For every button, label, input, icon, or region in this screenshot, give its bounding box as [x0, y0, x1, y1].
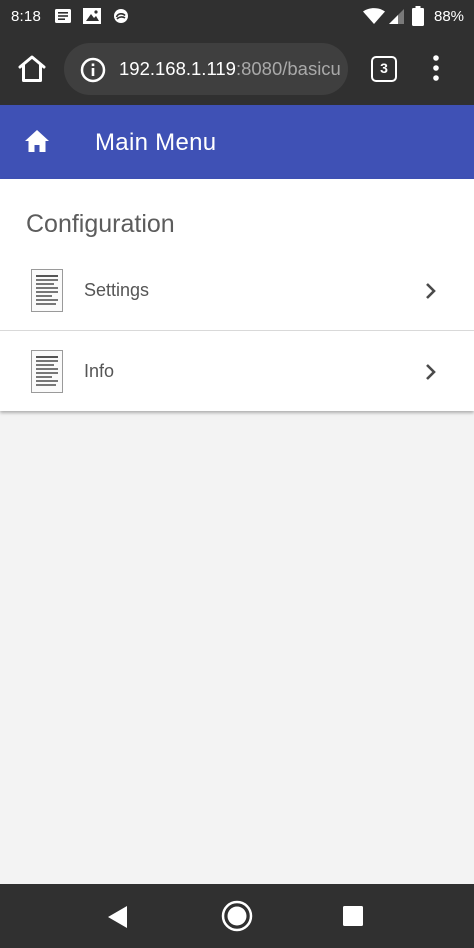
status-time: 8:18 [11, 8, 41, 25]
list-item-label: Settings [84, 280, 150, 300]
document-icon [31, 269, 63, 312]
list-item-label: Info [84, 361, 115, 381]
url-host: 192.168.1.119 [119, 58, 236, 79]
browser-toolbar: 192.168.1.119:8080/basicu 3 [0, 34, 474, 105]
url-text[interactable]: 192.168.1.119:8080/basicu [119, 58, 341, 80]
status-bar: 8:18 88% [0, 0, 474, 34]
info-icon[interactable] [80, 57, 106, 83]
home-icon[interactable] [24, 129, 50, 153]
chevron-right-icon [426, 364, 436, 380]
list-item-info[interactable]: Info [0, 332, 474, 412]
news-icon [55, 9, 71, 23]
configuration-card: Configuration Settings Info [0, 179, 474, 411]
url-path: :8080/basicu [235, 58, 341, 79]
tabs-count-button[interactable]: 3 [371, 56, 397, 82]
overflow-menu-icon[interactable] [426, 53, 446, 83]
page-title: Main Menu [95, 129, 217, 156]
home-nav-icon[interactable] [221, 900, 253, 932]
photo-icon [83, 8, 101, 24]
chevron-right-icon [426, 283, 436, 299]
app-header: Main Menu [0, 105, 474, 179]
battery-percentage: 88% [434, 8, 465, 25]
section-title: Configuration [26, 210, 175, 238]
browser-home-icon[interactable] [16, 54, 48, 84]
address-bar[interactable]: 192.168.1.119:8080/basicu [64, 43, 348, 95]
wifi-icon [363, 8, 385, 24]
list-item-settings[interactable]: Settings [0, 251, 474, 331]
back-icon[interactable] [107, 905, 129, 929]
battery-icon [412, 6, 424, 26]
system-nav-bar [0, 884, 474, 948]
signal-icon [389, 9, 404, 24]
swirl-icon [114, 9, 128, 23]
document-icon [31, 350, 63, 393]
recents-icon[interactable] [343, 906, 363, 926]
